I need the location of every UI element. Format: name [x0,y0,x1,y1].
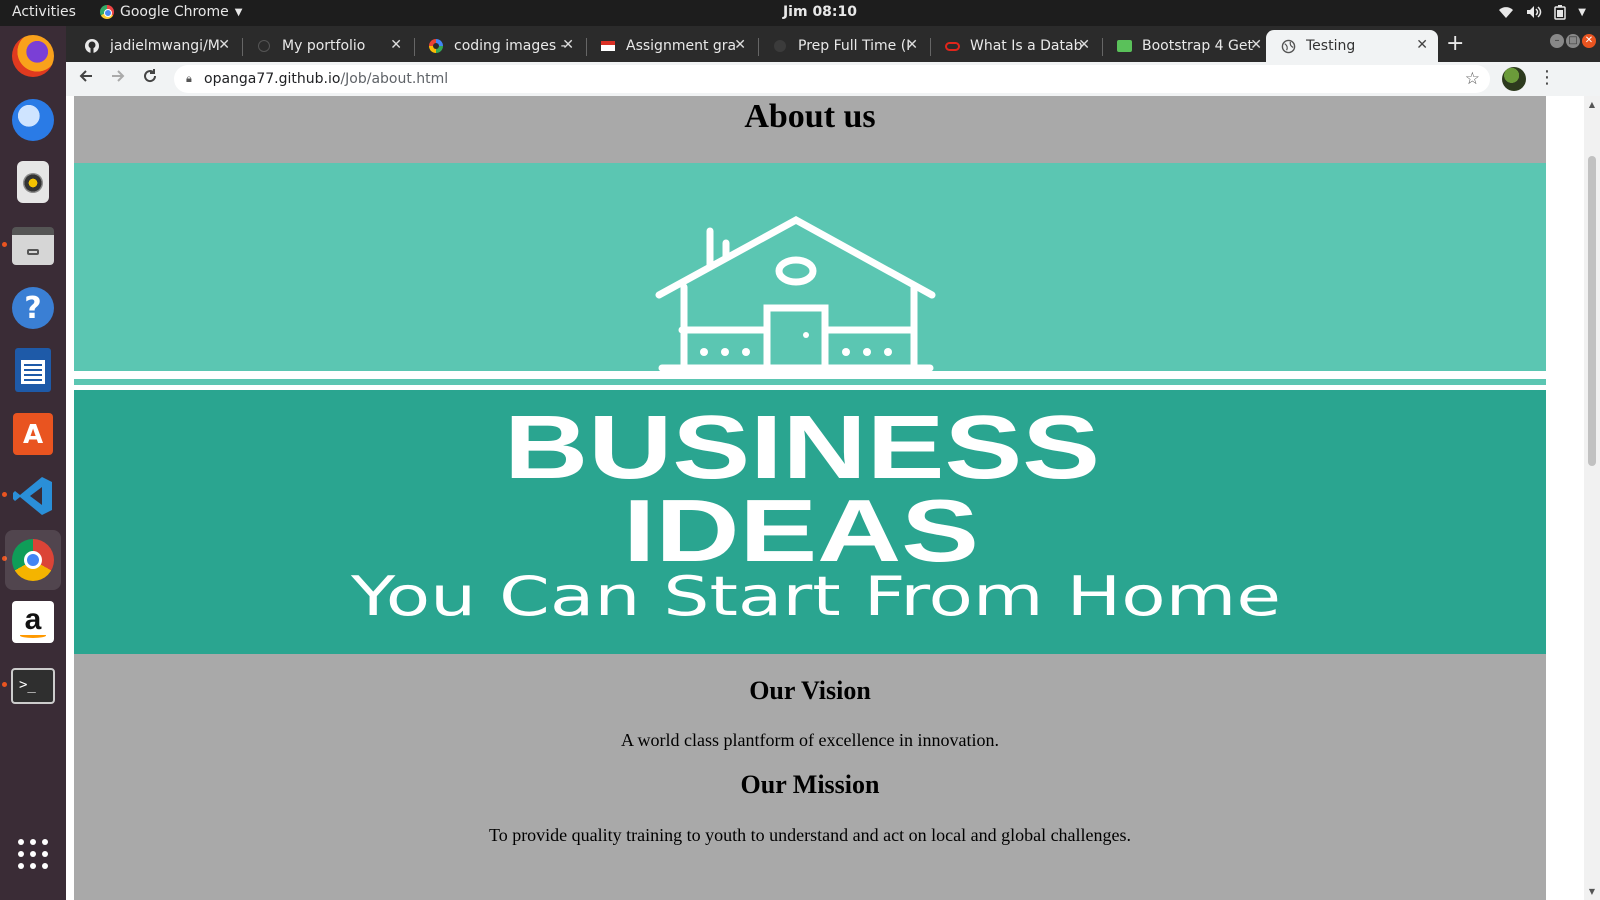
arrow-left-icon [79,70,92,82]
speaker-icon [17,161,49,203]
page-viewport: About us BUSINESS IDEAS You Can Start Fr… [66,96,1600,900]
dock-rhythmbox[interactable] [9,158,57,206]
tab-bootstrap[interactable]: Bootstrap 4 Get ✕ [1102,30,1272,62]
browser-toolbar: 🔒︎ opanga77.github.io/Job/about.html ☆ ⋮ [66,62,1600,96]
arrow-right-icon [112,70,125,82]
help-icon: ? [12,287,54,329]
tab-moringa[interactable]: Prep Full Time (I ✕ [758,30,928,62]
dock-thunderbird[interactable] [9,96,57,144]
amazon-icon: a [12,601,54,643]
tab-testing[interactable]: Testing ✕ [1266,30,1438,62]
scroll-up-arrow[interactable]: ▲ [1584,100,1600,109]
close-icon[interactable]: ✕ [1078,37,1090,53]
system-tray[interactable]: ▼ [1498,4,1586,20]
vscode-icon [13,477,52,515]
close-icon[interactable]: ✕ [218,37,230,53]
dock-writer[interactable] [9,346,57,394]
banner-divider-line [74,385,1546,390]
oracle-icon [944,38,960,54]
chrome-icon [12,539,54,581]
lock-icon: 🔒︎ [186,72,192,85]
show-applications-button[interactable] [9,830,57,878]
url-path: /Job/about.html [340,71,449,87]
wifi-icon [1499,7,1514,18]
dock-chrome[interactable] [5,530,61,590]
page-title: About us [744,98,876,135]
tab-gmail[interactable]: Assignment gra ✕ [586,30,756,62]
url-host: opanga77.github.io [204,71,341,87]
forward-button[interactable] [106,67,130,91]
scroll-down-arrow[interactable]: ▼ [1584,887,1600,896]
tab-google[interactable]: coding images - ✕ [414,30,584,62]
dock-software[interactable]: A [9,410,57,458]
system-top-bar: Activities Google Chrome ▼ Jim 08:10 ▼ [0,0,1600,26]
gmail-icon [600,38,616,54]
github-icon [84,38,100,54]
close-icon[interactable]: ✕ [1250,37,1262,53]
mission-text: To provide quality training to youth to … [488,825,1132,845]
profile-avatar[interactable] [1502,67,1526,91]
about-page: About us BUSINESS IDEAS You Can Start Fr… [74,96,1546,900]
chevron-down-icon: ▼ [1578,6,1586,18]
dock: ? A a >_ [0,26,66,900]
banner-line-tagline: You Can Start From Home [350,565,1281,628]
back-button[interactable] [74,67,98,91]
minimize-button[interactable]: – [1550,34,1564,48]
bootstrap-icon [1116,38,1132,54]
volume-icon [1527,6,1542,18]
running-indicator [2,242,7,247]
software-center-icon: A [13,413,53,455]
clock[interactable]: Jim 08:10 [0,4,1600,20]
mission-heading: Our Mission [740,770,880,799]
business-ideas-banner: BUSINESS IDEAS You Can Start From Home [74,163,1546,654]
files-icon [12,227,54,265]
writer-icon [15,348,51,392]
dock-files[interactable] [9,222,57,270]
close-icon[interactable]: ✕ [562,37,574,53]
maximize-button[interactable]: □ [1566,34,1580,48]
google-icon [428,38,444,54]
scrollbar-thumb[interactable] [1588,156,1596,466]
close-icon[interactable]: ✕ [734,37,746,53]
thunderbird-icon [12,99,54,141]
close-icon[interactable]: ✕ [1416,37,1428,53]
address-bar[interactable]: 🔒︎ opanga77.github.io/Job/about.html ☆ [174,65,1490,93]
tab-github[interactable]: jadielmwangi/M ✕ [70,30,240,62]
battery-icon [1554,5,1567,20]
tab-portfolio[interactable]: My portfolio ✕ [242,30,412,62]
chrome-window: jadielmwangi/M ✕ My portfolio ✕ coding i… [66,26,1600,900]
close-icon[interactable]: ✕ [906,37,918,53]
close-icon[interactable]: ✕ [390,37,402,53]
more-menu-icon[interactable]: ⋮ [1538,67,1556,88]
moringa-icon [772,38,788,54]
running-indicator [2,682,7,687]
vertical-scrollbar[interactable]: ▲ ▼ [1584,96,1600,900]
close-window-button[interactable]: ✕ [1582,34,1596,48]
tab-strip: jadielmwangi/M ✕ My portfolio ✕ coding i… [66,26,1600,62]
blank-page-icon [256,38,272,54]
apps-grid-icon [18,839,48,869]
dock-help[interactable]: ? [9,284,57,332]
dock-vscode[interactable] [9,472,57,520]
vision-heading: Our Vision [749,676,871,705]
reload-button[interactable] [138,67,162,91]
dock-firefox[interactable] [9,32,57,80]
bookmark-star-icon[interactable]: ☆ [1465,65,1480,93]
tab-oracle[interactable]: What Is a Datab ✕ [930,30,1100,62]
running-indicator [2,492,7,497]
dock-terminal[interactable]: >_ [9,662,57,710]
window-controls: – □ ✕ [1550,34,1596,48]
new-tab-button[interactable]: + [1446,31,1464,56]
terminal-icon: >_ [11,668,55,704]
banner-divider-line [74,371,1546,379]
vision-text: A world class plantform of excellence in… [621,730,999,750]
firefox-icon [12,35,54,77]
dock-amazon[interactable]: a [9,598,57,646]
globe-icon [1280,38,1296,54]
reload-icon [144,69,157,83]
